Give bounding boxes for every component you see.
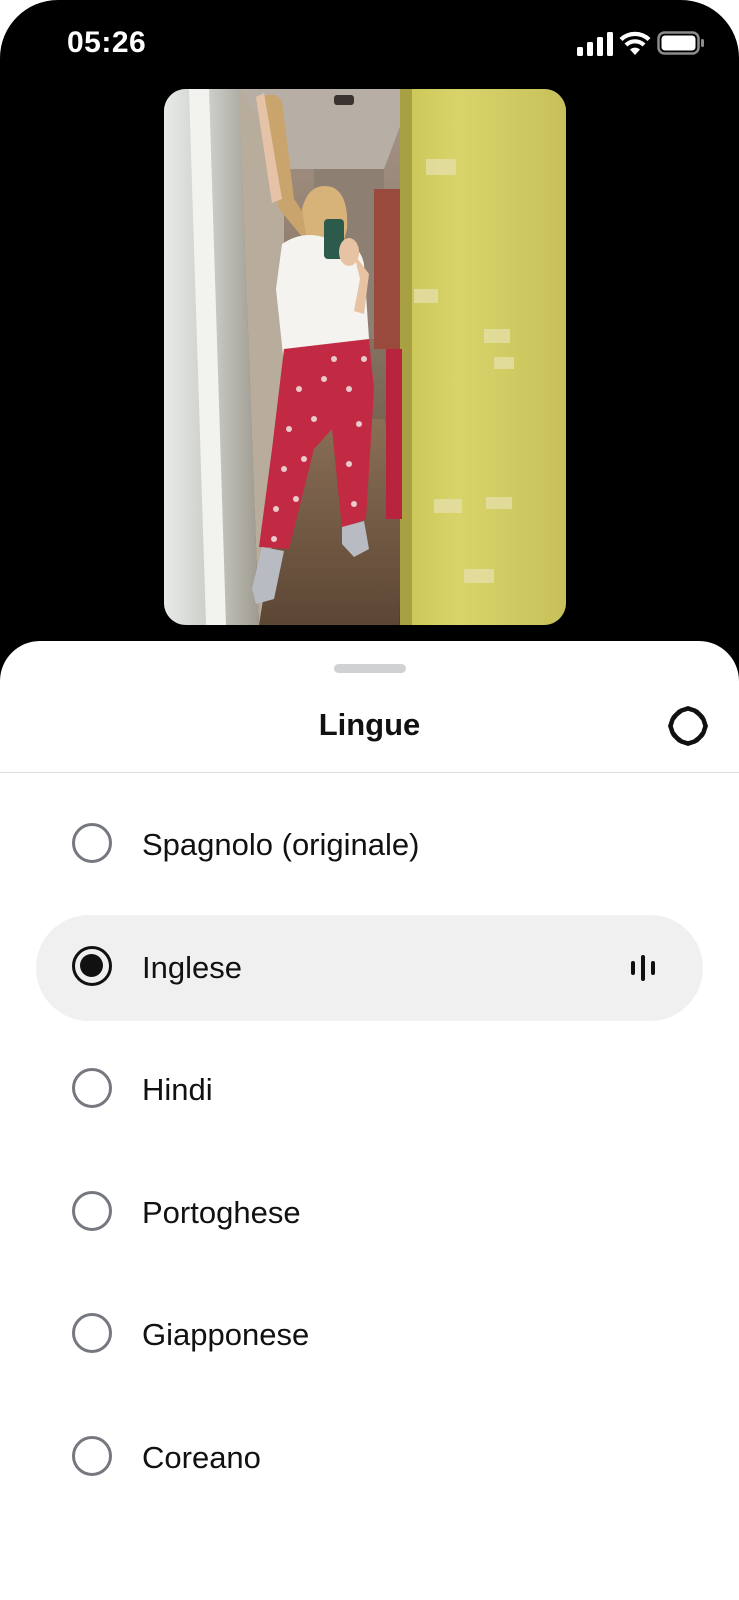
language-option-japanese[interactable]: Giapponese bbox=[36, 1282, 703, 1388]
language-label: Hindi bbox=[142, 1072, 213, 1107]
audio-waveform-icon bbox=[631, 954, 655, 981]
gear-icon bbox=[668, 706, 708, 746]
radio-button-unselected[interactable] bbox=[72, 1313, 112, 1353]
sheet-title: Lingue bbox=[318, 707, 421, 742]
sheet-header: Lingue bbox=[0, 681, 739, 773]
video-frame-image bbox=[164, 89, 566, 625]
languages-sheet: Lingue Spagnolo (originale) Inglese Hind… bbox=[0, 641, 739, 1600]
radio-button-selected[interactable] bbox=[72, 945, 112, 986]
language-option-hindi[interactable]: Hindi bbox=[36, 1037, 703, 1143]
language-label: Giapponese bbox=[142, 1317, 310, 1352]
cellular-signal-icon bbox=[577, 32, 613, 56]
language-option-korean[interactable]: Coreano bbox=[36, 1405, 703, 1511]
radio-button-unselected[interactable] bbox=[72, 1435, 112, 1476]
sheet-grabber[interactable] bbox=[334, 664, 406, 673]
wifi-icon bbox=[619, 31, 651, 55]
status-time: 05:26 bbox=[67, 26, 147, 59]
language-list: Spagnolo (originale) Inglese Hindi Porto… bbox=[0, 792, 739, 1527]
status-bar: 05:26 bbox=[0, 0, 739, 90]
video-frame[interactable] bbox=[164, 89, 566, 625]
battery-icon bbox=[657, 31, 704, 55]
language-option-portuguese[interactable]: Portoghese bbox=[36, 1160, 703, 1266]
language-label: Portoghese bbox=[142, 1194, 301, 1230]
phone-screen: 05:26 Lingue Spagnolo (originale) Ingles… bbox=[0, 0, 739, 1600]
radio-button-unselected[interactable] bbox=[72, 1190, 112, 1231]
language-option-english[interactable]: Inglese bbox=[36, 914, 703, 1021]
language-label: Coreano bbox=[142, 1439, 261, 1475]
settings-button[interactable] bbox=[663, 701, 713, 751]
language-label: Spagnolo (originale) bbox=[142, 827, 420, 862]
language-option-spanish[interactable]: Spagnolo (originale) bbox=[36, 792, 703, 898]
radio-button-unselected[interactable] bbox=[72, 823, 112, 863]
radio-button-unselected[interactable] bbox=[72, 1068, 112, 1108]
language-label: Inglese bbox=[142, 949, 242, 985]
